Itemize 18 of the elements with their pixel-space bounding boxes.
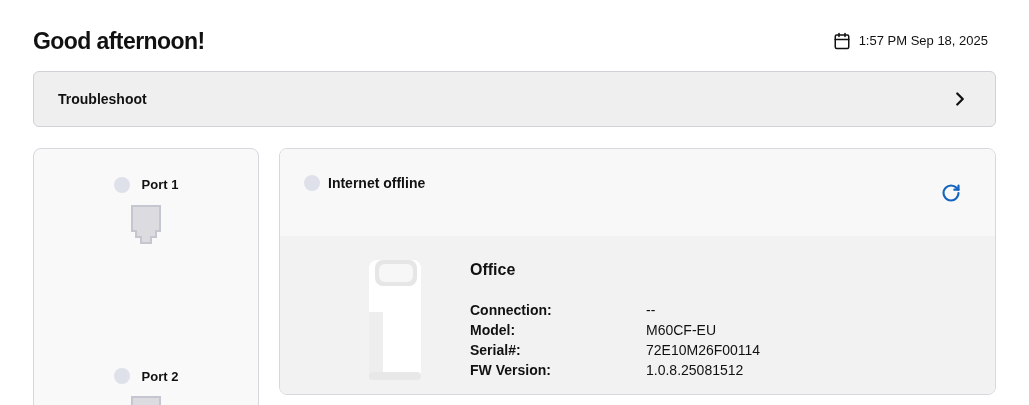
detail-label: Serial#: bbox=[470, 341, 522, 360]
detail-label: Model: bbox=[470, 321, 517, 340]
refresh-icon[interactable] bbox=[941, 183, 961, 203]
ethernet-port-icon bbox=[131, 204, 161, 245]
detail-label: FW Version: bbox=[470, 361, 552, 380]
troubleshoot-button[interactable]: Troubleshoot bbox=[33, 71, 996, 127]
detail-value: 72E10M26F00114 bbox=[646, 341, 761, 360]
internet-status: Internet offline bbox=[328, 174, 426, 193]
device-name: Office bbox=[470, 260, 517, 280]
detail-value: 1.0.8.25081512 bbox=[646, 361, 744, 380]
port-label: Port 1 bbox=[141, 176, 179, 194]
date-time: 1:57 PM Sep 18, 2025 bbox=[858, 32, 988, 51]
detail-value: -- bbox=[646, 301, 656, 320]
detail-label: Connection: bbox=[470, 301, 553, 320]
port-label: Port 2 bbox=[141, 367, 179, 386]
greeting-heading: Good afternoon! bbox=[33, 26, 205, 56]
detail-value: M60CF-EU bbox=[646, 321, 716, 340]
calendar-icon bbox=[832, 32, 851, 50]
